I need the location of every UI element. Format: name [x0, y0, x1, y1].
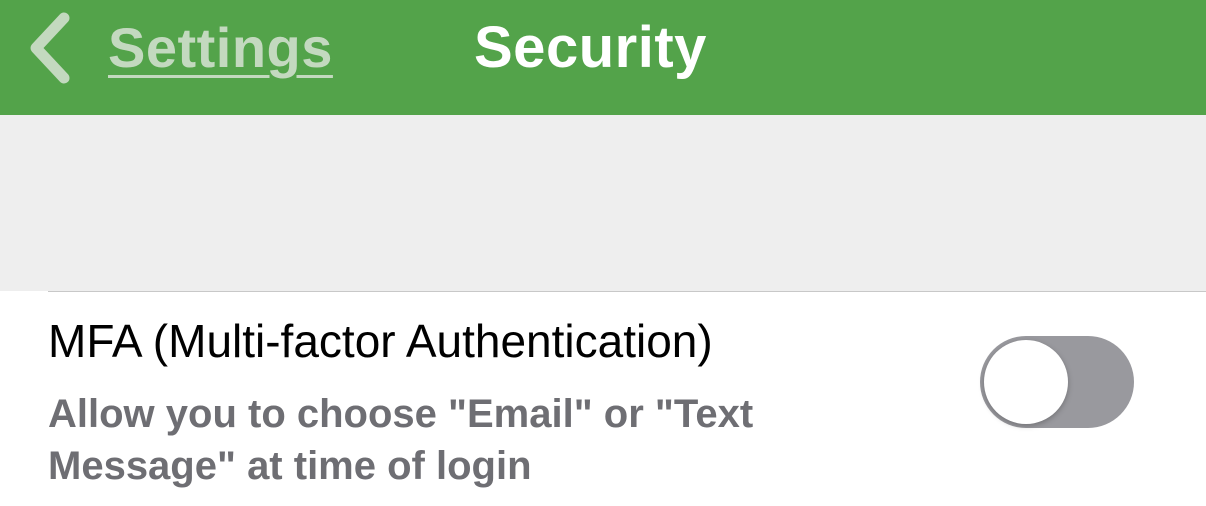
mfa-setting-row: MFA (Multi-factor Authentication) Allow …: [0, 292, 1206, 506]
back-button[interactable]: Settings: [24, 0, 333, 95]
navigation-bar: Settings Security: [0, 0, 1206, 115]
mfa-setting-title: MFA (Multi-factor Authentication): [48, 315, 713, 367]
page-title: Security: [474, 15, 707, 80]
toggle-knob: [984, 340, 1068, 424]
chevron-left-icon: [30, 12, 70, 83]
back-button-label: Settings: [108, 16, 333, 79]
mfa-setting-description: Allow you to choose "Email" or "Text Mes…: [48, 392, 754, 488]
section-header-spacer: [0, 115, 1206, 291]
mfa-toggle-switch[interactable]: [980, 336, 1134, 428]
